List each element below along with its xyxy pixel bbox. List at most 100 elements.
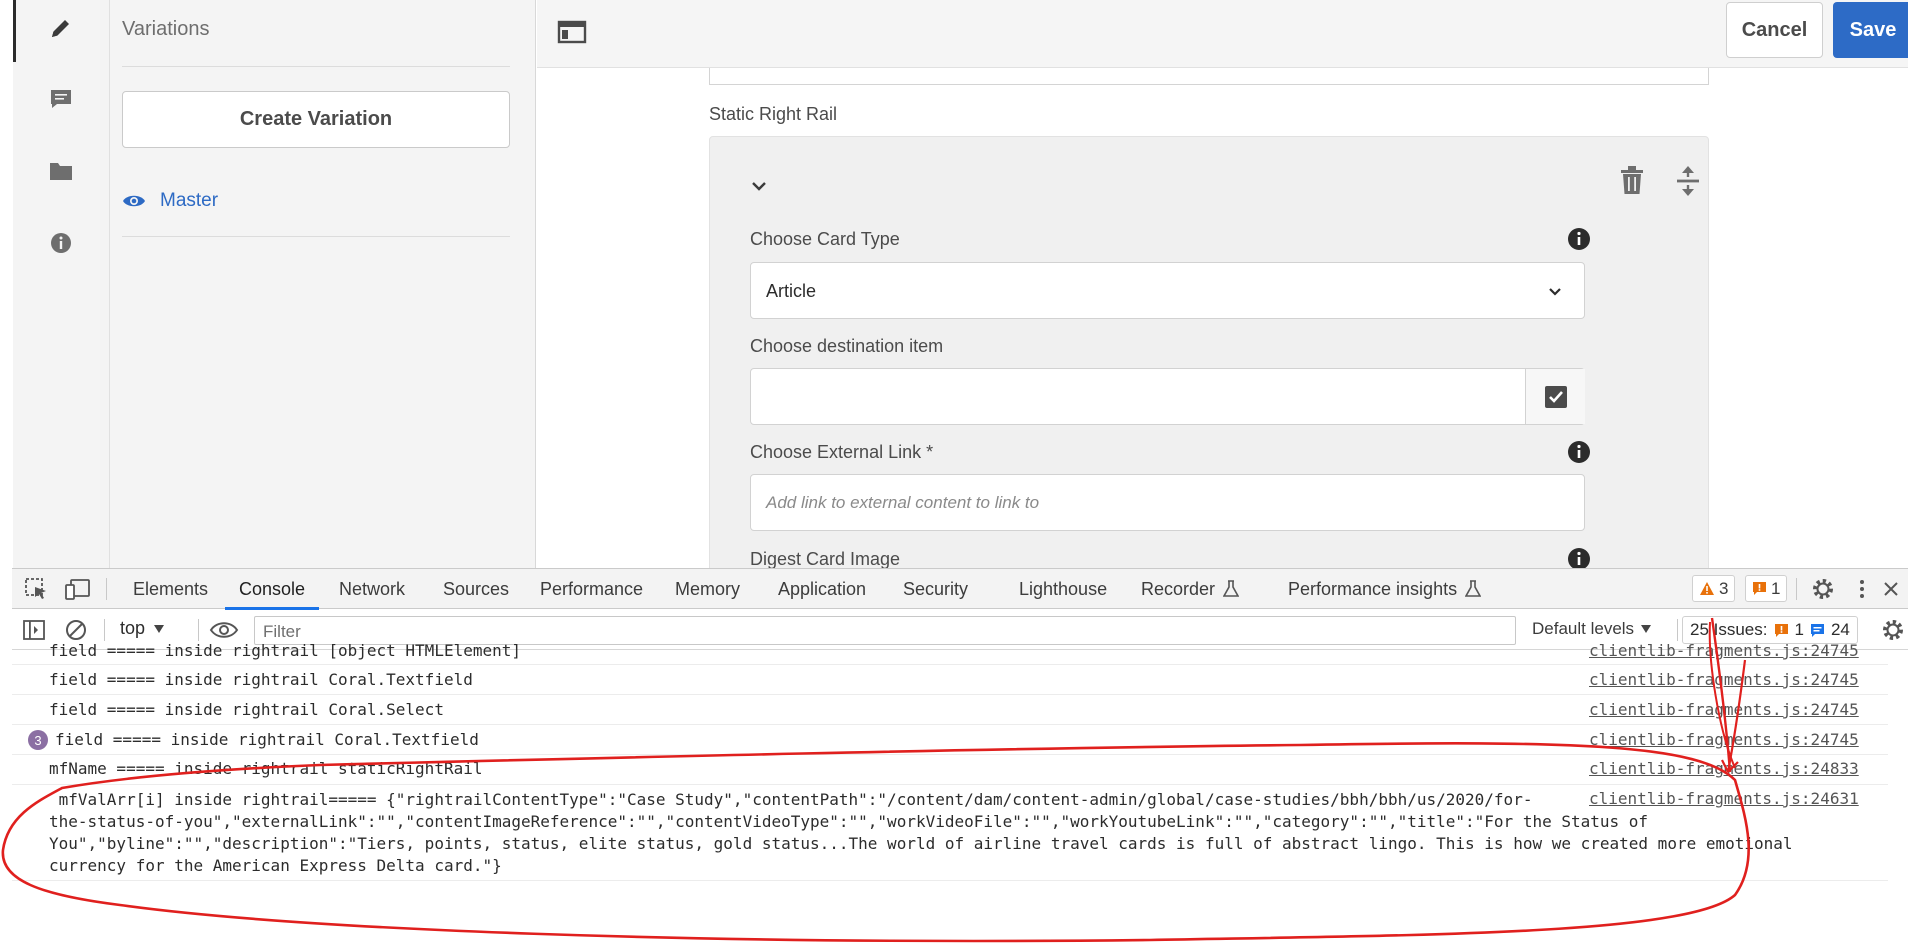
source-link[interactable]: clientlib-fragments.js:24745 xyxy=(1589,641,1859,660)
console-output: field ===== inside rightrail [object HTM… xyxy=(12,641,1908,950)
info-icon[interactable] xyxy=(1567,440,1591,464)
info-icon[interactable] xyxy=(1567,227,1591,251)
variations-title: Variations xyxy=(122,18,210,40)
tab-recorder-label: Recorder xyxy=(1141,578,1216,599)
console-message: field ===== inside rightrail Coral.Textf… xyxy=(49,670,473,689)
active-rail-indicator xyxy=(13,0,16,62)
context-value: top xyxy=(120,618,146,638)
card-type-value: Article xyxy=(766,281,817,301)
editor-main: Cancel Save Static Right Rail Choose Car… xyxy=(537,0,1908,576)
multifield-item: Choose Card Type Article Choose destinat… xyxy=(709,136,1709,576)
error-message-icon xyxy=(1753,582,1766,595)
device-toolbar-icon[interactable] xyxy=(65,577,91,601)
toggle-side-panel-icon[interactable] xyxy=(557,20,587,46)
triangle-down-icon xyxy=(1641,625,1652,633)
chevron-down-icon[interactable] xyxy=(750,177,768,195)
more-options-icon[interactable] xyxy=(1850,577,1876,601)
console-row: mfValArr[i] inside rightrail===== {"righ… xyxy=(12,785,1888,881)
trash-icon[interactable] xyxy=(1618,165,1646,195)
move-handle-icon[interactable] xyxy=(1674,165,1702,197)
static-right-rail-label: Static Right Rail xyxy=(709,104,838,124)
log-levels-label: Default levels xyxy=(1532,619,1635,638)
console-row: mfName ===== inside rightrail staticRigh… xyxy=(12,755,1888,785)
destination-label: Choose destination item xyxy=(750,336,944,356)
console-message: field ===== inside rightrail Coral.Selec… xyxy=(49,700,444,719)
window-edge xyxy=(0,0,13,568)
errors-count: 1 xyxy=(1771,578,1781,598)
tab-console[interactable]: Console xyxy=(224,569,320,610)
tab-lighthouse[interactable]: Lighthouse xyxy=(1019,569,1107,609)
divider xyxy=(1796,578,1797,600)
flask-icon xyxy=(1465,580,1482,597)
error-message-icon xyxy=(1774,623,1788,637)
tab-elements[interactable]: Elements xyxy=(133,569,208,609)
info-message-icon xyxy=(1810,623,1824,637)
tab-recorder[interactable]: Recorder xyxy=(1141,569,1240,609)
console-row: field ===== inside rightrail [object HTM… xyxy=(12,639,1888,665)
errors-badge[interactable]: 1 xyxy=(1745,575,1788,602)
divider xyxy=(1677,619,1678,641)
source-link[interactable]: clientlib-fragments.js:24745 xyxy=(1589,670,1859,689)
variation-master-label: Master xyxy=(160,190,219,211)
comment-icon[interactable] xyxy=(47,85,75,113)
chevron-down-icon xyxy=(1546,283,1564,301)
devtools-tabbar: Elements Console Network Sources Perform… xyxy=(12,569,1908,610)
warnings-count: 3 xyxy=(1719,578,1729,598)
side-rail xyxy=(13,0,110,568)
create-variation-button[interactable]: Create Variation xyxy=(122,91,510,148)
log-levels-dropdown[interactable]: Default levels xyxy=(1532,619,1652,639)
tab-network[interactable]: Network xyxy=(339,569,405,609)
divider xyxy=(122,66,510,67)
previous-field xyxy=(709,68,1709,85)
console-message: mfName ===== inside rightrail staticRigh… xyxy=(49,759,483,778)
digest-image-label: Digest Card Image xyxy=(750,549,901,569)
issues-info-count: 24 xyxy=(1830,620,1850,639)
console-row: field ===== inside rightrail Coral.Textf… xyxy=(12,665,1888,695)
pencil-icon[interactable] xyxy=(47,14,75,42)
divider xyxy=(104,619,105,641)
source-link[interactable]: clientlib-fragments.js:24631 xyxy=(1589,789,1859,808)
console-row: 3 field ===== inside rightrail Coral.Tex… xyxy=(12,725,1888,755)
variation-item-master[interactable]: Master xyxy=(122,190,218,212)
card-type-label: Choose Card Type xyxy=(750,229,900,249)
eye-icon xyxy=(123,195,145,207)
divider xyxy=(198,619,199,641)
folder-icon[interactable] xyxy=(47,157,75,185)
source-link[interactable]: clientlib-fragments.js:24745 xyxy=(1589,730,1859,749)
repeat-count-badge: 3 xyxy=(28,730,48,750)
console-message: the-status-of-you","externalLink":"","co… xyxy=(49,812,1649,831)
context-selector[interactable]: top xyxy=(120,618,165,639)
external-link-input[interactable]: Add link to external content to link to xyxy=(750,474,1585,531)
close-icon[interactable] xyxy=(1882,577,1904,601)
external-link-placeholder: Add link to external content to link to xyxy=(766,493,1040,512)
destination-input[interactable] xyxy=(750,368,1585,425)
source-link[interactable]: clientlib-fragments.js:24745 xyxy=(1589,700,1859,719)
editor-toolbar: Cancel Save xyxy=(537,0,1908,68)
tab-performance[interactable]: Performance xyxy=(540,569,643,609)
external-link-label: Choose External Link * xyxy=(750,442,934,462)
info-icon[interactable] xyxy=(47,229,75,257)
console-message: field ===== inside rightrail Coral.Textf… xyxy=(55,730,479,749)
tab-performance-insights[interactable]: Performance insights xyxy=(1288,569,1482,609)
browse-button[interactable] xyxy=(1525,369,1585,424)
tab-sources[interactable]: Sources xyxy=(443,569,509,609)
divider xyxy=(122,236,510,237)
divider xyxy=(106,578,107,600)
source-link[interactable]: clientlib-fragments.js:24833 xyxy=(1589,759,1859,778)
issues-label: 25 Issues: xyxy=(1690,620,1768,639)
gear-icon[interactable] xyxy=(1811,577,1837,601)
checkmark-icon xyxy=(1544,385,1567,408)
console-message: currency for the American Express Delta … xyxy=(49,856,502,875)
console-message: field ===== inside rightrail [object HTM… xyxy=(49,641,522,660)
inspect-element-icon[interactable] xyxy=(24,577,50,601)
console-message: You","byline":"","description":"Tiers, p… xyxy=(49,834,1793,853)
console-message: mfValArr[i] inside rightrail===== {"righ… xyxy=(49,790,1533,809)
tab-security[interactable]: Security xyxy=(903,569,968,609)
cancel-button[interactable]: Cancel xyxy=(1726,2,1823,58)
warnings-badge[interactable]: 3 xyxy=(1692,575,1736,602)
card-type-select[interactable]: Article xyxy=(750,262,1585,319)
tab-memory[interactable]: Memory xyxy=(675,569,740,609)
save-button[interactable]: Save xyxy=(1833,2,1908,58)
tab-application[interactable]: Application xyxy=(778,569,866,609)
tab-performance-insights-label: Performance insights xyxy=(1288,578,1458,599)
